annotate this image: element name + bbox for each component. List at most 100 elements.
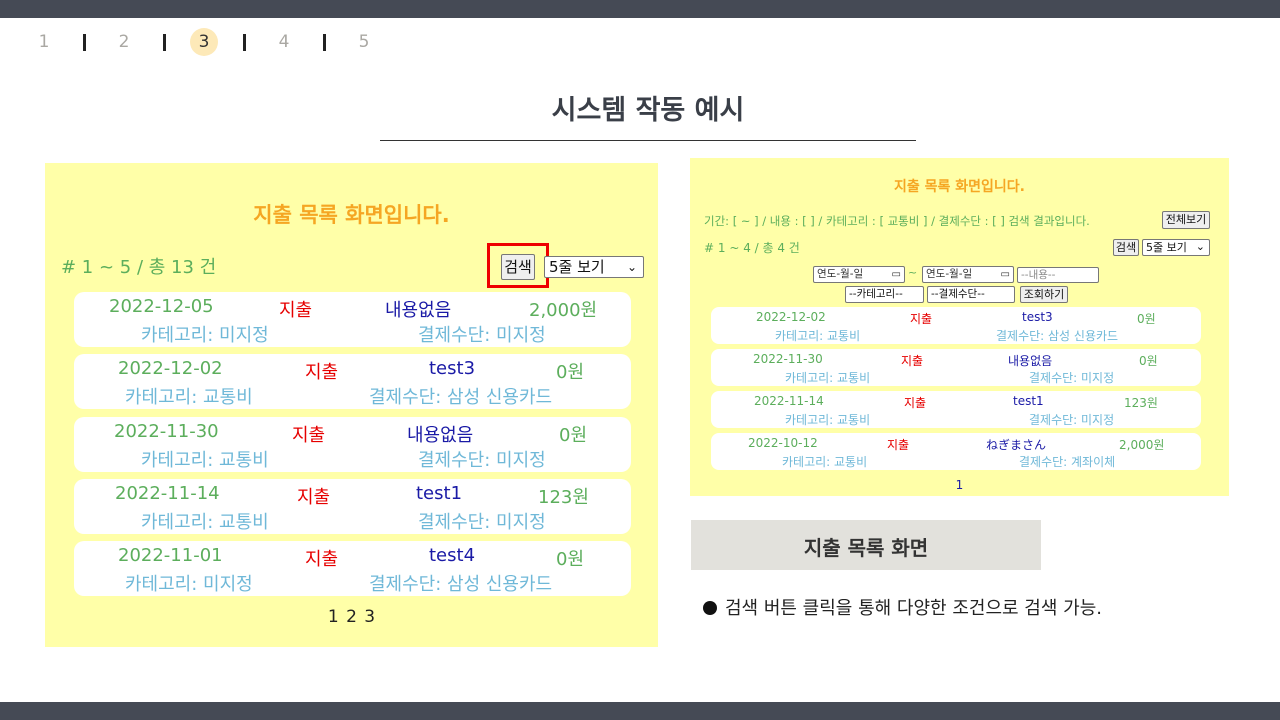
bottom-bar	[0, 702, 1280, 720]
category-select-value: --카테고리--	[849, 288, 903, 300]
bullet-icon	[703, 601, 717, 615]
entry-kind: 지출	[279, 300, 313, 321]
bullet-text: 검색 버튼 클릭을 통해 다양한 조건으로 검색 가능.	[725, 598, 1102, 619]
page-2[interactable]: 2	[110, 28, 138, 56]
payment-select[interactable]: --결제수단--	[927, 286, 1015, 303]
rows-per-page-select[interactable]: 5줄 보기 ⌄	[544, 256, 644, 278]
search-button[interactable]: 검색	[501, 254, 535, 280]
entry-kind: 지출	[297, 487, 331, 508]
list-item[interactable]: 2022-11-30 지출 내용없음 0원 카테고리: 교통비 결제수단: 미지…	[74, 417, 631, 472]
entry-amount: 0원	[556, 549, 585, 570]
lookup-button[interactable]: 조회하기	[1020, 286, 1068, 303]
entry-payment: 결제수단: 미지정	[1029, 371, 1115, 385]
entry-date: 2022-11-01	[118, 545, 223, 566]
date-from-input[interactable]: 연도-월-일 ▭	[813, 266, 905, 283]
entry-payment: 결제수단: 미지정	[418, 450, 546, 471]
list-item[interactable]: 2022-11-30 지출 내용없음 0원 카테고리: 교통비 결제수단: 미지…	[711, 349, 1201, 386]
pagination[interactable]: 1 2 3	[45, 607, 658, 627]
pagination[interactable]: 1	[690, 478, 1229, 492]
list-item[interactable]: 2022-12-02 지출 test3 0원 카테고리: 교통비 결제수단: 삼…	[711, 307, 1201, 344]
entry-amount: 123원	[538, 487, 589, 508]
entry-payment: 결제수단: 계좌이체	[1019, 455, 1116, 469]
slide-title: 시스템 작동 예시	[551, 95, 745, 126]
entry-category: 카테고리: 교통비	[775, 329, 861, 343]
entry-date: 2022-12-02	[118, 358, 223, 379]
page-5[interactable]: 5	[350, 28, 378, 56]
memo-input[interactable]: --내용--	[1017, 267, 1099, 283]
entry-memo: test4	[429, 545, 476, 566]
chevron-down-icon: ⌄	[1195, 240, 1205, 253]
entry-amount: 2,000원	[529, 300, 598, 321]
entry-category: 카테고리: 교통비	[141, 450, 269, 471]
entry-kind: 지출	[887, 438, 910, 452]
page-3-active[interactable]: 3	[190, 28, 218, 56]
bullet-point: 검색 버튼 클릭을 통해 다양한 조건으로 검색 가능.	[703, 594, 1102, 620]
entry-payment: 결제수단: 삼성 신용카드	[996, 329, 1119, 343]
entry-amount: 123원	[1124, 396, 1158, 410]
entry-category: 카테고리: 교통비	[782, 455, 868, 469]
pager-separator	[243, 34, 246, 51]
entry-amount: 0원	[556, 362, 585, 383]
date-range-tilde: ~	[908, 266, 918, 279]
entry-payment: 결제수단: 미지정	[1029, 413, 1115, 427]
entry-kind: 지출	[910, 312, 933, 326]
entry-date: 2022-11-30	[753, 352, 823, 366]
entry-date: 2022-10-12	[748, 436, 818, 450]
category-select[interactable]: --카테고리--	[845, 286, 924, 303]
entry-memo: ねぎまさん	[986, 438, 1047, 452]
page-1[interactable]: 1	[30, 28, 58, 56]
entry-date: 2022-11-14	[754, 394, 824, 408]
slide-pager: 1 2 3 4 5	[0, 28, 420, 58]
list-item[interactable]: 2022-11-14 지출 test1 123원 카테고리: 교통비 결제수단:…	[711, 391, 1201, 428]
entry-memo: 내용없음	[1008, 354, 1053, 368]
list-item[interactable]: 2022-11-01 지출 test4 0원 카테고리: 미지정 결제수단: 삼…	[74, 541, 631, 596]
entry-payment: 결제수단: 미지정	[418, 512, 546, 533]
entry-category: 카테고리: 교통비	[785, 413, 871, 427]
rows-per-page-select[interactable]: 5줄 보기 ⌄	[1142, 239, 1210, 256]
list-item[interactable]: 2022-12-02 지출 test3 0원 카테고리: 교통비 결제수단: 삼…	[74, 354, 631, 409]
entry-kind: 지출	[901, 354, 924, 368]
entry-amount: 0원	[1137, 312, 1156, 326]
filtered-list-screenshot: 지출 목록 화면입니다. 기간: [ ~ ] / 내용 : [ ] / 카테고리…	[690, 158, 1229, 496]
view-all-button[interactable]: 전체보기	[1162, 211, 1210, 229]
entry-category: 카테고리: 교통비	[785, 371, 871, 385]
entry-date: 2022-11-30	[114, 421, 219, 442]
entry-category: 카테고리: 교통비	[141, 512, 269, 533]
entry-date: 2022-12-02	[756, 310, 826, 324]
chevron-down-icon: ⌄	[626, 260, 637, 274]
result-count: # 1 ~ 4 / 총 4 건	[704, 241, 800, 255]
entry-kind: 지출	[305, 549, 339, 570]
caption-text: 지출 목록 화면	[803, 536, 929, 560]
list-item[interactable]: 2022-12-05 지출 내용없음 2,000원 카테고리: 미지정 결제수단…	[74, 292, 631, 347]
entry-payment: 결제수단: 삼성 신용카드	[369, 574, 553, 595]
entry-category: 카테고리: 미지정	[125, 574, 253, 595]
entry-memo: test3	[429, 358, 476, 379]
entry-kind: 지출	[904, 396, 927, 410]
list-item[interactable]: 2022-10-12 지출 ねぎまさん 2,000원 카테고리: 교통비 결제수…	[711, 433, 1201, 470]
entry-category: 카테고리: 미지정	[141, 325, 269, 346]
entry-amount: 0원	[559, 425, 588, 446]
pager-separator	[323, 34, 326, 51]
payment-select-value: --결제수단--	[931, 288, 985, 300]
pager-separator	[163, 34, 166, 51]
date-from-placeholder: 연도-월-일	[817, 268, 864, 280]
result-count: # 1 ~ 5 / 총 13 건	[61, 257, 217, 278]
caption-box: 지출 목록 화면	[691, 520, 1041, 570]
entry-memo: test1	[416, 483, 463, 504]
entry-date: 2022-12-05	[109, 296, 214, 317]
entry-kind: 지출	[292, 425, 326, 446]
list-item[interactable]: 2022-11-14 지출 test1 123원 카테고리: 교통비 결제수단:…	[74, 479, 631, 534]
date-to-input[interactable]: 연도-월-일 ▭	[922, 266, 1014, 283]
entry-amount: 0원	[1139, 354, 1158, 368]
entry-memo: 내용없음	[385, 300, 452, 321]
page-4[interactable]: 4	[270, 28, 298, 56]
entry-memo: 내용없음	[407, 425, 474, 446]
filter-condition-text: 기간: [ ~ ] / 내용 : [ ] / 카테고리 : [ 교통비 ] / …	[704, 214, 1090, 228]
rows-per-page-value: 5줄 보기	[549, 258, 605, 276]
entry-payment: 결제수단: 미지정	[418, 325, 546, 346]
calendar-icon: ▭	[891, 269, 901, 280]
entry-memo: test1	[1013, 394, 1044, 408]
pager-separator	[83, 34, 86, 51]
top-bar	[0, 0, 1280, 18]
search-button[interactable]: 검색	[1113, 239, 1139, 256]
